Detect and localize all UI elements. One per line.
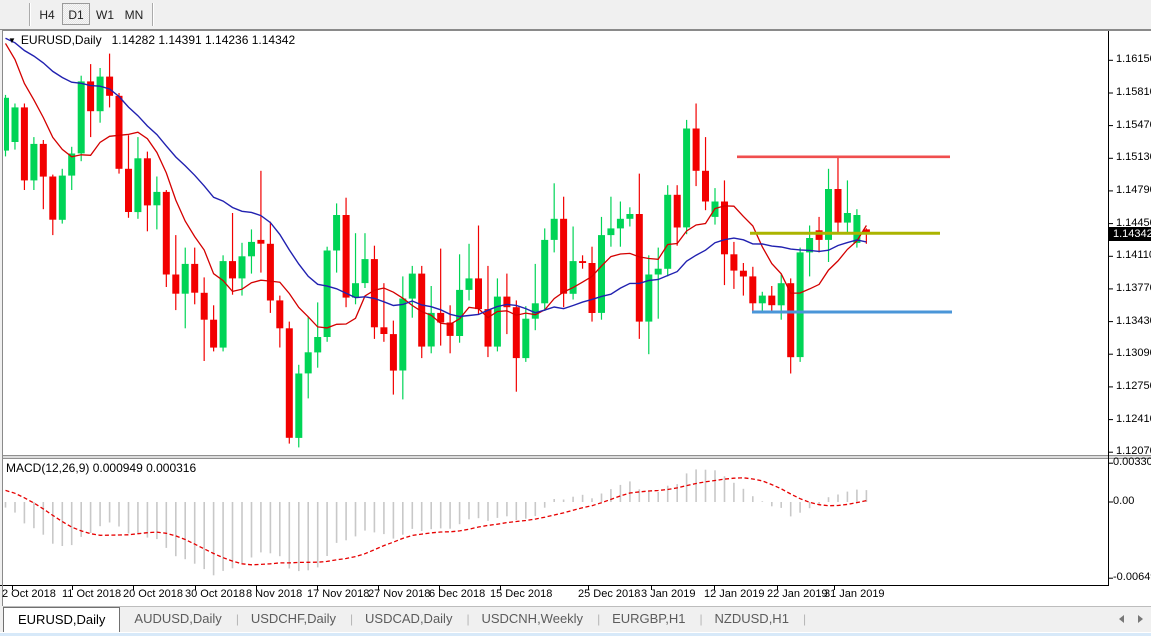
tab-scroll-left-icon[interactable] [1119,615,1124,623]
price-axis-label: 1.15130 [1116,151,1151,163]
date-axis-label: 11 Oct 2018 [62,588,121,600]
price-axis-label: 1.13770 [1116,282,1151,294]
price-chart[interactable] [0,0,1151,636]
chart-title-ohlc: 1.14282 1.14391 1.14236 1.14342 [112,33,296,47]
macd-histogram [6,469,867,575]
date-axis-label: 3 Jan 2019 [641,588,695,600]
price-axis-label: 1.15470 [1116,119,1151,131]
chart-tab-usdcnh-weekly[interactable]: USDCNH,Weekly [467,607,597,632]
date-axis-label: 17 Nov 2018 [307,588,369,600]
price-axis-label: 1.15810 [1116,86,1151,98]
date-axis-label: 25 Dec 2018 [578,588,640,600]
tab-scroll-right-icon[interactable] [1138,615,1143,623]
chart-tab-eurusd-daily[interactable]: EURUSD,Daily [3,607,120,632]
price-axis-label: 1.12750 [1116,380,1151,392]
macd-label: MACD(12,26,9) 0.000949 0.000316 [6,461,196,475]
price-axis-label: 1.14110 [1116,249,1151,261]
price-axis-label: 1.16150 [1116,53,1151,65]
chart-tab-usdchf-daily[interactable]: USDCHF,Daily [237,607,350,632]
chart-title: ▼ EURUSD,Daily 1.14282 1.14391 1.14236 1.1… [8,33,295,47]
price-axis-label: 1.14790 [1116,184,1151,196]
date-axis-label: 2 Oct 2018 [2,588,56,600]
price-axis-label: 1.13090 [1116,347,1151,359]
chart-tab-eurgbp-h1[interactable]: EURGBP,H1 [598,607,699,632]
tab-scroll-arrows [1119,615,1143,623]
price-axis-label: 1.12410 [1116,413,1151,425]
macd-signal-line [6,478,867,565]
macd-pane[interactable] [6,469,867,575]
date-axis-label: 30 Oct 2018 [185,588,245,600]
macd-axis-label: 0.003306 [1113,456,1151,468]
price-pane[interactable] [2,38,952,447]
chart-tab-nzdusd-h1[interactable]: NZDUSD,H1 [701,607,803,632]
date-axis-label: 22 Jan 2019 [767,588,828,600]
macd-values: 0.000949 0.000316 [93,461,196,475]
date-axis-label: 8 Nov 2018 [246,588,302,600]
date-axis-label: 15 Dec 2018 [490,588,552,600]
chart-tab-usdcad-daily[interactable]: USDCAD,Daily [351,607,466,632]
macd-axis-label: 0.00 [1113,495,1134,507]
chart-tab-audusd-daily[interactable]: AUDUSD,Daily [120,607,235,632]
tab-separator: | [803,607,804,632]
mt4-window: H4D1W1MN ▼EURUSD,Daily1.14282 1.14391 1.… [0,0,1151,636]
macd-axis-label: -0.00649 [1113,571,1151,583]
date-axis-label: 31 Jan 2019 [824,588,885,600]
date-axis-label: 12 Jan 2019 [704,588,765,600]
date-axis-label: 20 Oct 2018 [123,588,183,600]
window-bottom-edge [0,632,1151,636]
macd-name: MACD(12,26,9) [6,461,89,475]
candles [2,54,870,448]
chart-tab-bar: EURUSD,DailyAUDUSD,Daily|USDCHF,Daily|US… [3,606,1151,632]
date-axis-label: 6 Dec 2018 [429,588,485,600]
date-axis-label: 27 Nov 2018 [368,588,430,600]
price-axis-label: 1.13430 [1116,315,1151,327]
chart-title-symbol: EURUSD,Daily [21,33,102,47]
chart-menu-icon[interactable]: ▼ [8,36,16,45]
current-price-tag: 1.14342 [1109,227,1151,241]
